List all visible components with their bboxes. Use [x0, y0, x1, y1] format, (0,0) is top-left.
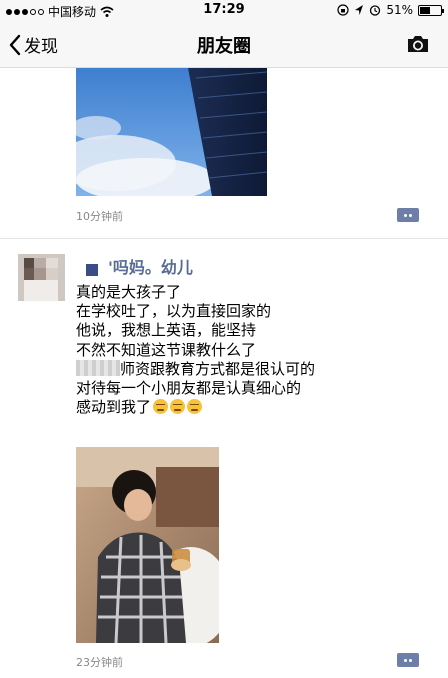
alarm-icon — [370, 5, 381, 16]
post-text-fragment: 师资跟教育方式都是很认可的 — [120, 359, 316, 378]
battery-label: 51% — [386, 3, 413, 17]
post-time: 10分钟前 — [76, 210, 123, 223]
status-right: 51% — [337, 3, 444, 17]
back-label: 发现 — [24, 37, 58, 57]
post-divider — [0, 238, 448, 239]
post-photo-child[interactable] — [76, 447, 219, 643]
sad-emoji-icon — [170, 399, 186, 415]
author-block: '吗妈。幼儿 — [86, 254, 193, 278]
comment-icon[interactable] — [397, 653, 419, 667]
post-text-line: 他说，我想上英语，能坚持 — [76, 321, 257, 340]
avatar[interactable] — [18, 254, 65, 301]
post-time: 23分钟前 — [76, 656, 123, 669]
rotation-lock-icon — [337, 4, 349, 16]
post-text-line: 对待每一个小朋友都是认真细心的 — [76, 378, 302, 397]
status-bar: 中国移动 17:29 51% — [0, 0, 448, 20]
chevron-left-icon — [9, 34, 21, 55]
post-text-line-with-emoji: 感动到我了 — [76, 398, 406, 417]
post-text: 真的是大孩子了 在学校吐了，以为直接回家的 他说，我想上英语，能坚持 不然不知道… — [76, 283, 406, 417]
comment-icon[interactable] — [397, 208, 419, 222]
nav-bar: 发现 朋友圈 — [0, 20, 448, 68]
name-marker — [86, 264, 98, 276]
post-text-fragment: 感动到我了 — [76, 398, 152, 417]
page-title: 朋友圈 — [197, 36, 251, 57]
post-photo-building[interactable] — [76, 68, 267, 196]
battery-icon — [418, 4, 444, 16]
camera-icon[interactable] — [406, 33, 430, 55]
location-arrow-icon — [355, 5, 364, 15]
back-button[interactable]: 发现 — [8, 32, 58, 57]
blurred-text — [76, 359, 120, 376]
post-text-line: 不然不知道这节课教什么了 — [76, 340, 257, 359]
post-text-line: 在学校吐了，以为直接回家的 — [76, 302, 272, 321]
post-text-line-with-blur: 师资跟教育方式都是很认可的 — [76, 359, 406, 379]
sad-emoji-icon — [187, 399, 203, 415]
sad-emoji-icon — [153, 399, 169, 415]
post-text-line: 真的是大孩子了 — [76, 283, 182, 301]
author-name[interactable]: '吗妈。幼儿 — [108, 254, 193, 278]
